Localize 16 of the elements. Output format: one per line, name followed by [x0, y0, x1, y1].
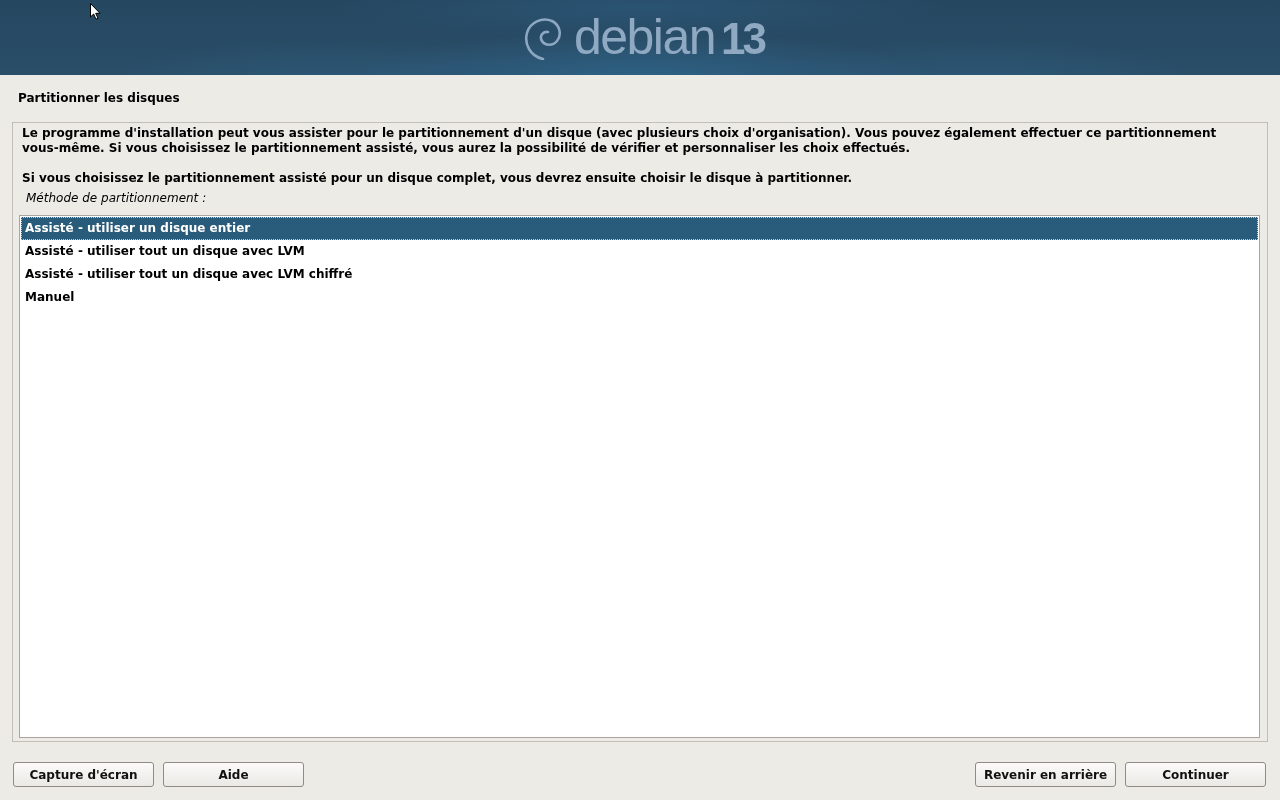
description-paragraph: Le programme d'installation peut vous assister pour le partitionnement d'un disque (avec plusieurs choix d'organisation). Vous pouvez également effectuer ce partitionnement vous-même. Si vous choisissez le partitionnement assisté, vous aurez la possibilité de vérifier et personnaliser les choix effectués.: [21, 126, 1218, 156]
option-item[interactable]: Manuel: [21, 286, 1258, 309]
question-label: Méthode de partitionnement :: [25, 191, 207, 206]
swirl-logo-icon: [523, 15, 562, 60]
option-item[interactable]: Assisté - utiliser tout un disque avec LVM chiffré: [21, 263, 1258, 286]
dialog-button[interactable]: Aide: [163, 762, 304, 787]
mouse-pointer-icon: [90, 3, 101, 20]
option-item[interactable]: Assisté - utiliser un disque entier: [21, 217, 1258, 240]
logo-wordmark: debian: [573, 9, 716, 64]
dialog-button[interactable]: Continuer: [1125, 762, 1266, 787]
option-item[interactable]: Assisté - utiliser tout un disque avec LVM: [21, 240, 1258, 263]
description-paragraph: Si vous choisissez le partitionnement assisté pour un disque complet, vous devrez ensuite choisir le disque à partitionner.: [21, 171, 854, 186]
page-title: Partitionner les disques: [18, 91, 180, 106]
dialog-button[interactable]: Revenir en arrière: [975, 762, 1116, 787]
dialog-button[interactable]: Capture d'écran: [13, 762, 154, 787]
version-number: 13: [721, 12, 765, 65]
